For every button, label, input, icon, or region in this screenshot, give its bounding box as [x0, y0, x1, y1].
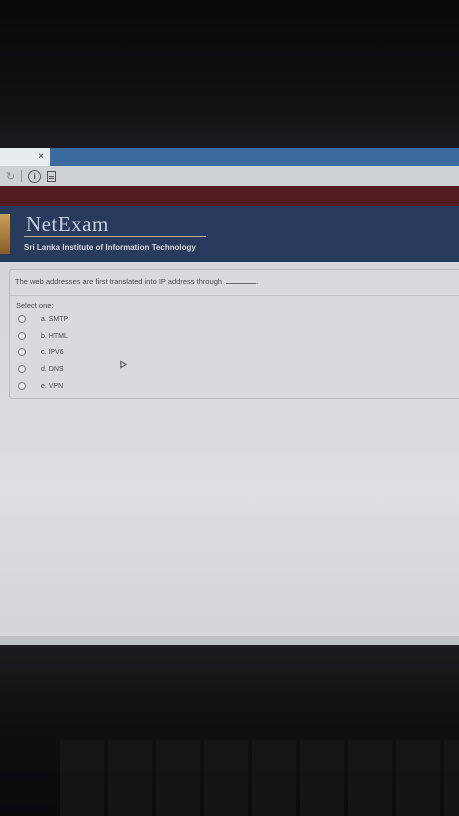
option-e-label[interactable]: e. VPN: [41, 383, 63, 390]
netexam-logo[interactable]: NetExam: [26, 212, 109, 237]
option-d-radio[interactable]: [18, 365, 26, 373]
option-a-label[interactable]: a. SMTP: [41, 316, 68, 323]
question-end: .: [256, 277, 259, 286]
address-bar: ↻ i: [0, 166, 459, 186]
institute-name: Sri Lanka Institute of Information Techn…: [24, 243, 196, 252]
toolbar-divider: [21, 170, 23, 182]
question-body: The web addresses are first translated i…: [15, 277, 223, 286]
question-divider: [10, 295, 459, 296]
option-a[interactable]: a. SMTP: [18, 315, 68, 323]
option-c-label[interactable]: c. IPV6: [41, 349, 64, 356]
page-footer-edge: [0, 636, 459, 645]
keyboard-reflection: [60, 740, 459, 816]
option-e-radio[interactable]: [18, 382, 26, 390]
select-one-label: Select one:: [16, 301, 54, 310]
site-top-banner: [0, 186, 459, 206]
answer-blank: [226, 283, 257, 284]
option-c-radio[interactable]: [18, 348, 26, 356]
option-b[interactable]: b. HTML: [18, 332, 68, 340]
browser-tab-strip: [0, 148, 459, 166]
monitor-bezel-top: [0, 0, 459, 148]
tab-close-icon[interactable]: ×: [38, 151, 44, 162]
option-c[interactable]: c. IPV6: [18, 348, 64, 356]
question-card: [9, 269, 459, 399]
institute-crest: [0, 214, 10, 254]
logo-underline: [24, 236, 206, 237]
question-text: The web addresses are first translated i…: [15, 277, 258, 286]
option-b-radio[interactable]: [18, 332, 26, 340]
option-d-label[interactable]: d. DNS: [41, 366, 64, 373]
option-a-radio[interactable]: [18, 315, 26, 323]
reload-icon[interactable]: ↻: [6, 170, 15, 183]
option-d[interactable]: d. DNS: [18, 365, 64, 373]
option-b-label[interactable]: b. HTML: [41, 333, 68, 340]
option-e[interactable]: e. VPN: [18, 382, 63, 390]
info-icon[interactable]: i: [28, 169, 42, 183]
page-icon[interactable]: [47, 170, 57, 182]
browser-tab[interactable]: ×: [0, 148, 50, 166]
